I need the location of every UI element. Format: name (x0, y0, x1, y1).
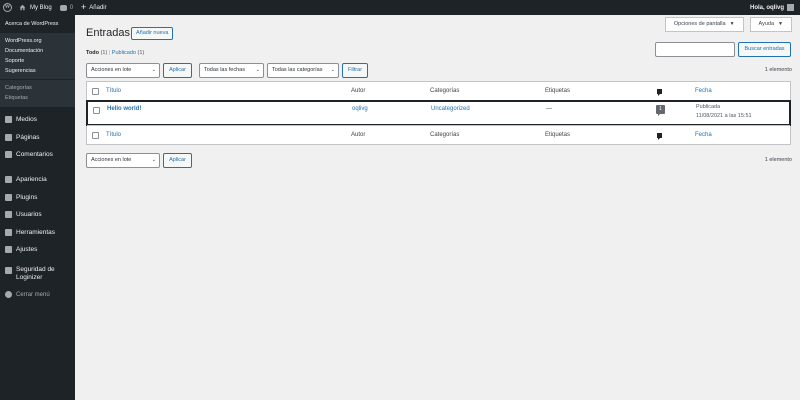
help-tab[interactable]: Ayuda ▼ (749, 17, 792, 32)
column-categories-header: Categorías (430, 88, 460, 94)
sidebar-item-categories[interactable]: Categorías (0, 83, 75, 93)
main-content: Opciones de pantalla ▼ Ayuda ▼ Entradas Añ… (75, 15, 800, 400)
column-title-footer[interactable]: Título (106, 126, 121, 145)
sidebar-menu: Medios Páginas Comentarios Apariencia Pl… (0, 107, 75, 304)
greeting-text: Hola, oqlivg (749, 4, 784, 11)
collapse-menu-button[interactable]: Cerrar menú (0, 286, 75, 303)
screen-meta-tabs: Opciones de pantalla ▼ Ayuda ▼ (664, 17, 792, 32)
new-content-link[interactable]: + Añadir (77, 0, 111, 15)
plus-icon: + (81, 2, 87, 12)
comments-icon (5, 150, 12, 158)
sidebar-item-comments[interactable]: Comentarios (0, 146, 75, 163)
sidebar-link-wordpress-org[interactable]: WordPress.org (0, 36, 75, 46)
settings-icon (5, 245, 12, 253)
media-icon (5, 116, 12, 124)
sidebar-about-link[interactable]: Acerca de WordPress (0, 15, 75, 33)
post-title-link[interactable]: Hello world! (107, 103, 141, 116)
gear-icon (5, 267, 12, 275)
posts-submenu: Categorías Etiquetas (0, 79, 75, 107)
column-tags-header: Etiquetas (545, 88, 571, 94)
date-filter-select[interactable]: Todas las fechas ⌄ (199, 63, 264, 78)
column-date-header[interactable]: Fecha (695, 82, 712, 101)
table-row: Hello world! oqlivg Uncategorized — 1 Pu… (86, 100, 791, 126)
column-date-footer[interactable]: Fecha (695, 126, 712, 145)
site-name-link[interactable]: My Blog (15, 0, 56, 15)
sidebar-item-loginizer-security[interactable]: Seguridad de Loginizer (0, 262, 75, 286)
chevron-down-icon: ⌄ (330, 67, 335, 73)
sidebar-item-users[interactable]: Usuarios (0, 206, 75, 223)
sidebar-item-settings[interactable]: Ajustes (0, 241, 75, 258)
caret-down-icon: ▼ (729, 21, 735, 27)
comments-column-icon[interactable] (657, 89, 662, 96)
wordpress-logo-icon[interactable]: W (0, 0, 15, 15)
bulk-actions-select-top[interactable]: Acciones en lote ⌄ (86, 63, 160, 78)
select-all-checkbox[interactable] (92, 88, 99, 95)
sidebar-link-feedback[interactable]: Sugerencias (0, 66, 75, 76)
sidebar-item-appearance[interactable]: Apariencia (0, 171, 75, 188)
filter-published-link[interactable]: Publicado (1) (112, 50, 144, 56)
new-content-label: Añadir (89, 4, 107, 11)
comment-bubble-icon (59, 4, 67, 11)
appearance-brush-icon (5, 176, 12, 184)
comments-link[interactable]: 0 (56, 0, 77, 15)
sidebar-item-pages[interactable]: Páginas (0, 128, 75, 145)
items-count-bottom: 1 elemento (764, 157, 792, 163)
chevron-down-icon: ⌄ (151, 67, 156, 73)
filter-button[interactable]: Filtrar (342, 63, 368, 78)
column-author-header: Autor (351, 88, 366, 94)
site-name: My Blog (30, 4, 52, 11)
add-new-post-button[interactable]: Añadir nueva (131, 27, 174, 40)
apply-bulk-button-bottom[interactable]: Aplicar (163, 153, 192, 168)
sidebar-item-tools[interactable]: Herramientas (0, 223, 75, 240)
post-status: Publicada (696, 104, 721, 110)
comment-count-bubble[interactable]: 1 (656, 105, 665, 116)
table-header: Título Autor Categorías Etiquetas Fecha (87, 82, 790, 101)
plugins-icon (5, 193, 12, 201)
caret-down-icon: ▼ (778, 21, 783, 27)
security-label-line1: Seguridad de (16, 266, 55, 274)
admin-bar: W My Blog 0 + Añadir Hola, oqlivg (0, 0, 800, 15)
items-count-top: 1 elemento (764, 67, 792, 73)
page-title: Entradas (86, 27, 131, 39)
sidebar-links: WordPress.org Documentación Soporte Suge… (0, 33, 75, 79)
pages-icon (5, 133, 12, 141)
account-menu[interactable]: Hola, oqlivg (746, 0, 800, 15)
post-category-link[interactable]: Uncategorized (431, 103, 470, 116)
post-status-filters: Todo (1) | Publicado (1) (86, 50, 145, 56)
avatar (787, 4, 794, 11)
column-categories-footer: Categorías (430, 132, 460, 138)
apply-bulk-button-top[interactable]: Aplicar (163, 63, 192, 78)
select-all-checkbox-footer[interactable] (92, 132, 99, 139)
sidebar-item-plugins[interactable]: Plugins (0, 189, 75, 206)
category-filter-select[interactable]: Todas las categorías ⌄ (267, 63, 339, 78)
sidebar-link-docs[interactable]: Documentación (0, 46, 75, 56)
sidebar-item-tags[interactable]: Etiquetas (0, 93, 75, 103)
admin-sidebar: Acerca de WordPress WordPress.org Docume… (0, 15, 75, 400)
search-posts-button[interactable]: Buscar entradas (738, 42, 791, 57)
bulk-actions-select-bottom[interactable]: Acciones en lote ⌄ (86, 153, 160, 168)
home-icon (19, 4, 26, 11)
collapse-arrow-icon (5, 291, 12, 299)
security-label-line2: Loginizer (16, 274, 43, 282)
comments-count: 0 (69, 4, 74, 11)
sidebar-item-media[interactable]: Medios (0, 111, 75, 128)
filter-all-link[interactable]: Todo (1) (86, 50, 107, 56)
tools-wrench-icon (5, 228, 12, 236)
row-checkbox[interactable] (93, 107, 100, 114)
chevron-down-icon: ⌄ (151, 157, 156, 163)
search-input[interactable] (655, 42, 735, 57)
screen-options-tab[interactable]: Opciones de pantalla ▼ (664, 17, 744, 32)
post-date: 11/08/2021 a las 15:51 (696, 113, 752, 119)
comments-column-icon[interactable] (657, 133, 662, 140)
post-author-link[interactable]: oqlivg (352, 103, 368, 116)
column-tags-footer: Etiquetas (545, 132, 571, 138)
column-author-footer: Autor (351, 132, 366, 138)
chevron-down-icon: ⌄ (255, 67, 260, 73)
sidebar-link-support[interactable]: Soporte (0, 56, 75, 66)
table-footer: Título Autor Categorías Etiquetas Fecha (87, 125, 790, 144)
post-tags: — (546, 106, 552, 112)
column-title-header[interactable]: Título (106, 82, 121, 101)
users-icon (5, 211, 12, 219)
posts-table: Título Autor Categorías Etiquetas Fecha … (86, 81, 791, 145)
